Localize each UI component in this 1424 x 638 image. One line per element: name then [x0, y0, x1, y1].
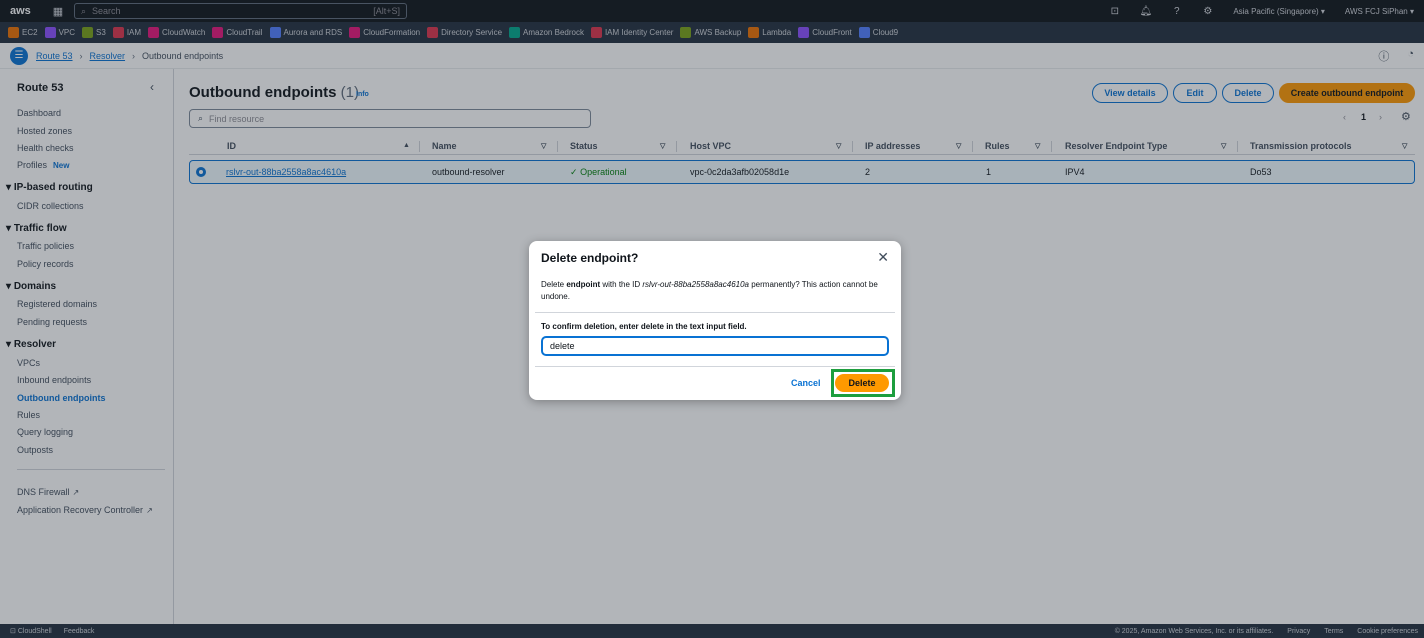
description-text: Delete: [541, 280, 567, 289]
modal-divider: [535, 366, 895, 367]
modal-description: Delete endpoint with the ID rslvr-out-88…: [541, 279, 886, 303]
confirm-delete-input[interactable]: [541, 336, 889, 356]
modal-divider: [535, 312, 895, 313]
confirm-delete-button[interactable]: Delete: [835, 374, 889, 392]
description-text: with the ID: [600, 280, 643, 289]
description-bold: endpoint: [566, 280, 601, 289]
cancel-button[interactable]: Cancel: [791, 378, 821, 388]
modal-title: Delete endpoint?: [541, 251, 639, 265]
description-endpoint-id: rslvr-out-88ba2558a8ac4610a: [642, 280, 749, 289]
delete-endpoint-modal: Delete endpoint? ✕ Delete endpoint with …: [529, 241, 901, 400]
confirm-label: To confirm deletion, enter delete in the…: [541, 322, 747, 331]
close-icon[interactable]: ✕: [877, 249, 889, 266]
